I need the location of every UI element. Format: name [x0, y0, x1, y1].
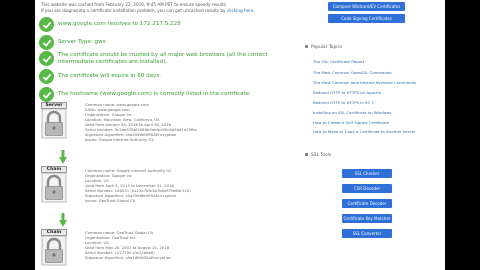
- cert-field: Issuer: GeoTrust Global CA: [85, 198, 136, 203]
- padlock-icon: [41, 172, 67, 203]
- server-label: Server: [41, 102, 67, 109]
- uncached-results-link[interactable]: clicking here.: [227, 8, 255, 13]
- popular-link[interactable]: How to Create a Self Signed Certificate: [313, 120, 389, 125]
- certificate-decoder-button[interactable]: Certificate Decoder: [342, 199, 392, 208]
- check-resolves-text: www.google.com resolves to 172.217.5.228: [58, 21, 181, 28]
- server-certificate-details: Common name: www.google.com SANs: www.go…: [85, 102, 240, 142]
- checkmark-icon: [39, 17, 54, 32]
- popular-link[interactable]: Installing an SSL Certificate on Windows: [313, 110, 391, 115]
- chain-arrow-icon: [59, 213, 67, 227]
- check-hostname: The hostname (www.google.com) is correct…: [39, 87, 251, 102]
- code-signing-button[interactable]: Code Signing Certificates: [328, 14, 405, 23]
- right-letterbox: [445, 0, 480, 270]
- cache-notice-text: If you are diagnosing a certificate inst…: [41, 8, 226, 13]
- bullet-icon: [305, 153, 308, 156]
- popular-topics-heading: Popular Topics: [305, 45, 342, 50]
- certificate-key-matcher-button[interactable]: Certificate Key Matcher: [342, 214, 392, 223]
- ssl-checker-button[interactable]: SSL Checker: [342, 169, 392, 178]
- popular-link[interactable]: The SSL Certificate Report: [313, 59, 364, 64]
- check-hostname-text: The hostname (www.google.com) is correct…: [58, 91, 251, 98]
- left-letterbox: [0, 0, 35, 270]
- checkmark-icon: [39, 87, 54, 102]
- check-server-type-text: Server Type: gws: [58, 39, 106, 46]
- popular-link[interactable]: The Most Common OpenSSL Commands: [313, 70, 392, 75]
- check-expiry-text: The certificate will expire in 60 days.: [58, 73, 162, 80]
- checkmark-icon: [39, 51, 54, 66]
- cert-field: Signature Algorithm: sha1WithRSAEncrypti…: [85, 255, 172, 260]
- popular-link[interactable]: How to Move or Copy a Certificate to Ano…: [313, 129, 416, 134]
- cert-field: Issuer: Google Internet Authority G2: [85, 137, 154, 142]
- root-certificate-icon: Chain: [41, 229, 67, 270]
- check-trusted-text: The certificate should be trusted by all…: [58, 52, 268, 65]
- bullet-icon: [305, 45, 308, 48]
- intermediate-certificate-details: Common name: Google Internet Authority G…: [85, 168, 240, 203]
- popular-link[interactable]: The Most Common Java Keytool Keystore Co…: [313, 80, 416, 85]
- check-trusted: The certificate should be trusted by all…: [39, 51, 301, 66]
- ssl-checker-page: This website was cached from February 22…: [35, 0, 445, 270]
- checkmark-icon: [39, 69, 54, 84]
- cache-notice-line2: If you are diagnosing a certificate inst…: [41, 8, 301, 14]
- root-certificate-details: Common name: GeoTrust Global CA Organiza…: [85, 230, 240, 260]
- popular-link[interactable]: Redirect HTTP to HTTPS in IIS 7: [313, 100, 374, 105]
- checkmark-icon: [39, 35, 54, 50]
- server-certificate-icon: Server: [41, 102, 67, 143]
- check-resolves: www.google.com resolves to 172.217.5.228: [39, 17, 181, 32]
- chain-label: Chain: [41, 229, 67, 236]
- check-expiry: The certificate will expire in 60 days.: [39, 69, 161, 84]
- padlock-icon: [41, 235, 67, 266]
- chain-arrow-icon: [59, 150, 67, 164]
- check-server-type: Server Type: gws: [39, 35, 106, 50]
- ssl-tools-heading: SSL Tools: [305, 153, 331, 158]
- chain-label: Chain: [41, 166, 67, 173]
- padlock-icon: [41, 108, 67, 139]
- popular-link[interactable]: Redirect HTTP to HTTPS on Apache: [313, 90, 381, 95]
- compare-certificates-button[interactable]: Compare Wildcard/EV Certificates: [328, 2, 405, 11]
- ssl-converter-button[interactable]: SSL Converter: [342, 229, 392, 238]
- csr-decoder-button[interactable]: CSR Decoder: [342, 184, 392, 193]
- cache-notice: This website was cached from February 22…: [41, 2, 301, 14]
- chain-certificate-icon: Chain: [41, 166, 67, 207]
